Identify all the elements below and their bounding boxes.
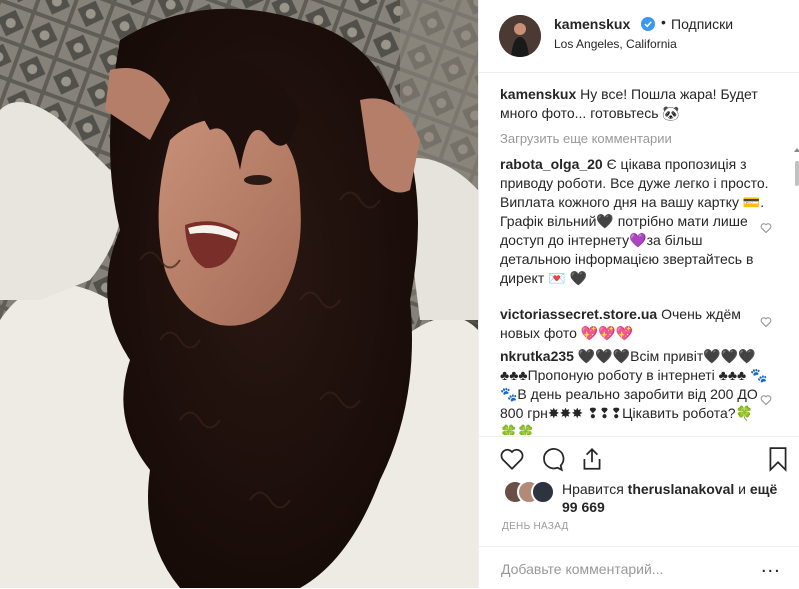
avatar[interactable]: [499, 15, 541, 57]
comment-like-heart-icon[interactable]: [760, 316, 772, 328]
bookmark-icon[interactable]: [765, 446, 791, 472]
like-heart-icon[interactable]: [499, 446, 525, 472]
comment-text: Є цікава пропозиція з приводу роботи. Вс…: [500, 156, 769, 286]
comment-username[interactable]: victoriassecret.store.ua: [500, 306, 657, 322]
post-image: [0, 0, 478, 588]
comment-bubble-icon[interactable]: [539, 446, 565, 472]
caption: kamenskux Ну все! Пошла жара! Будет мног…: [500, 85, 770, 123]
post-photo[interactable]: [0, 0, 478, 588]
share-icon[interactable]: [579, 446, 605, 472]
post-side-panel: kamenskux • Подписки Los Angeles, Califo…: [478, 0, 799, 588]
following-button[interactable]: Подписки: [671, 16, 733, 32]
verified-badge-icon: [641, 17, 655, 31]
caption-username[interactable]: kamenskux: [500, 86, 576, 102]
comment-item: nkrutka235 🖤🖤🖤Всім привіт🖤🖤🖤 ♣♣♣Пропоную…: [500, 347, 770, 435]
more-options-icon[interactable]: ...: [761, 555, 781, 578]
header-separator: •: [661, 14, 666, 30]
likes-connector: и: [738, 481, 746, 497]
post-timestamp[interactable]: ДЕНЬ НАЗАД: [502, 521, 569, 532]
post-header: kamenskux • Подписки Los Angeles, Califo…: [479, 0, 799, 73]
add-comment-bar: ...: [479, 546, 799, 589]
likes-user-link[interactable]: theruslanakoval: [628, 481, 735, 497]
post-location[interactable]: Los Angeles, California: [554, 37, 677, 51]
scroll-up-arrow-icon[interactable]: [794, 148, 799, 152]
liker-avatar[interactable]: [531, 480, 555, 504]
comment-username[interactable]: rabota_olga_20: [500, 156, 603, 172]
likes-text: Нравится theruslanakoval и ещё 99 669: [562, 480, 782, 516]
post-actions-bar: [479, 436, 799, 477]
post-author-username[interactable]: kamenskux: [554, 16, 630, 32]
add-comment-input[interactable]: [501, 561, 741, 577]
comment-item: victoriassecret.store.ua Очень ждём новы…: [500, 305, 770, 343]
comment-like-heart-icon[interactable]: [760, 222, 772, 234]
likes-summary: Нравится theruslanakoval и ещё 99 669 ДЕ…: [479, 476, 799, 546]
load-more-comments-button[interactable]: Загрузить еще комментарии: [500, 131, 672, 146]
comment-like-heart-icon[interactable]: [760, 394, 772, 406]
comments-list[interactable]: kamenskux Ну все! Пошла жара! Будет мног…: [479, 73, 799, 435]
comment-item: rabota_olga_20 Є цікава пропозиція з при…: [500, 155, 770, 288]
comments-scrollbar[interactable]: [795, 161, 799, 186]
comment-username[interactable]: nkrutka235: [500, 348, 574, 364]
likes-prefix: Нравится: [562, 481, 624, 497]
